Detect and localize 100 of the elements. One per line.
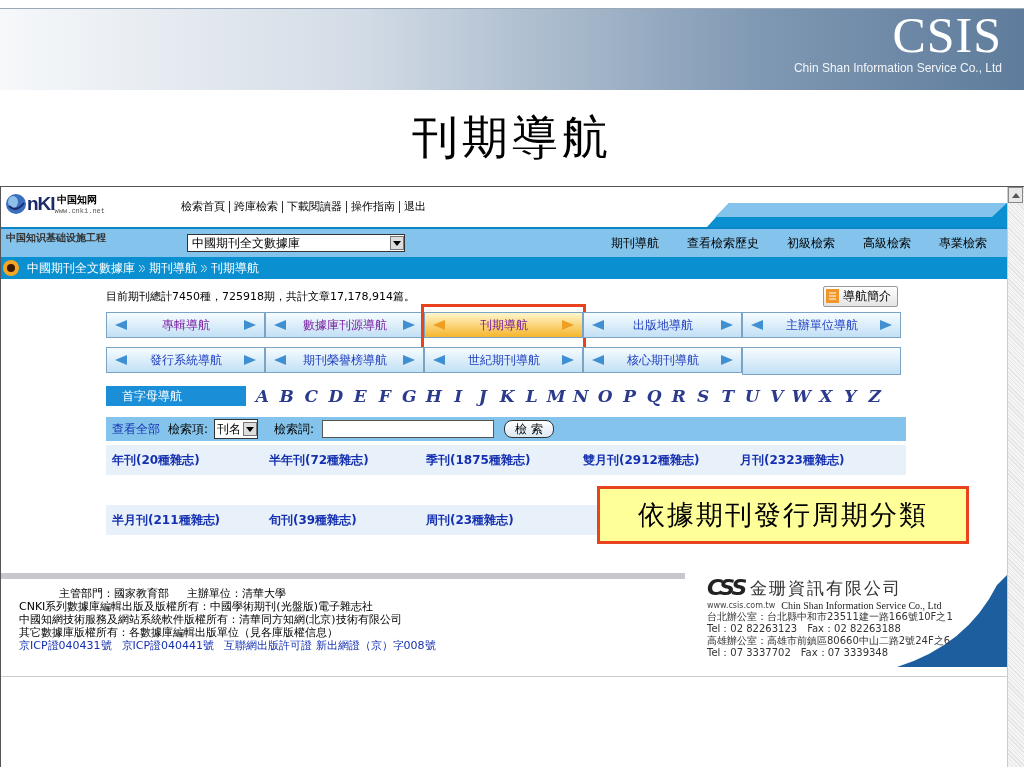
top-link[interactable]: 跨庫檢索	[229, 201, 282, 213]
letter-link[interactable]: H	[421, 386, 446, 406]
letter-nav-label: 首字母導航	[106, 386, 246, 406]
left-arrow-icon	[274, 320, 286, 330]
chevron-icon	[139, 264, 145, 272]
term-label: 檢索詞:	[274, 420, 315, 438]
menu-tab[interactable]: 高級檢索	[849, 234, 925, 252]
right-arrow-icon	[403, 355, 415, 365]
company-logo: CSS	[707, 575, 745, 600]
menu-tab[interactable]: 期刊導航	[597, 234, 673, 252]
letter-link[interactable]: J	[470, 386, 495, 406]
document-icon	[826, 289, 839, 303]
footer-text: 中國知網技術服務及網站系統軟件版權所有：清華同方知網(北京)技術有限公司	[19, 613, 402, 626]
letter-link[interactable]: C	[299, 386, 324, 406]
view-all-link[interactable]: 查看全部	[112, 420, 160, 438]
letter-link[interactable]: W	[789, 386, 814, 406]
breadcrumb-link[interactable]: 中國期刊全文數據庫	[27, 259, 135, 277]
menu-tab[interactable]: 專業檢索	[925, 234, 1001, 252]
left-arrow-icon	[115, 355, 127, 365]
letter-link[interactable]: I	[446, 386, 471, 406]
letter-link[interactable]: R	[666, 386, 691, 406]
period-link[interactable]: 半月刊(211種雜志)	[112, 511, 269, 529]
letter-link[interactable]: X	[813, 386, 838, 406]
slide-title: 刊期導航	[412, 109, 612, 166]
nav-tab[interactable]: 專輯導航	[106, 312, 265, 338]
letter-link[interactable]: N	[568, 386, 593, 406]
nav-tab[interactable]: 世紀期刊導航	[424, 347, 583, 373]
left-arrow-icon	[115, 320, 127, 330]
company-name-english: Chin Shan Information Service Co., Ltd	[781, 600, 942, 611]
letter-link[interactable]: S	[691, 386, 716, 406]
right-arrow-icon	[562, 320, 574, 330]
logo-mark: nKI	[27, 193, 55, 215]
letter-link[interactable]: Y	[838, 386, 863, 406]
letter-link[interactable]: G	[397, 386, 422, 406]
brand-subtitle: Chin Shan Information Service Co., Ltd	[793, 61, 1002, 75]
left-arrow-icon	[274, 355, 286, 365]
footer-link[interactable]: 互聯網出版許可證 新出網證（京）字008號	[224, 639, 436, 652]
breadcrumb-link[interactable]: 刊期導航	[211, 259, 259, 277]
letter-link[interactable]: O	[593, 386, 618, 406]
up-arrow-icon	[1011, 192, 1020, 198]
right-arrow-icon	[880, 320, 892, 330]
letter-link[interactable]: T	[715, 386, 740, 406]
menu-tab[interactable]: 初級檢索	[773, 234, 849, 252]
scroll-up-button[interactable]	[1008, 187, 1023, 203]
top-link[interactable]: 退出	[399, 201, 430, 213]
period-link[interactable]: 季刊(1875種雜志)	[426, 451, 583, 469]
brand-logo: CSIS	[892, 9, 1002, 61]
letter-link[interactable]: F	[372, 386, 397, 406]
letter-link[interactable]: E	[348, 386, 373, 406]
period-link[interactable]: 雙月刊(2912種雜志)	[583, 451, 740, 469]
left-arrow-icon	[433, 320, 445, 330]
intro-button[interactable]: 導航簡介	[823, 285, 898, 307]
nav-tab[interactable]: 期刊榮譽榜導航	[265, 347, 424, 373]
period-link[interactable]: 旬刊(39種雜志)	[269, 511, 426, 529]
contact-text: Tel：07 3337702 Fax：07 3339348	[707, 647, 890, 659]
letter-link[interactable]: M	[544, 386, 569, 406]
tagline: 中国知识基础设施工程	[5, 231, 107, 245]
search-button[interactable]: 檢 索	[504, 420, 554, 438]
chevron-icon	[201, 264, 207, 272]
letter-link[interactable]: L	[519, 386, 544, 406]
footer-link[interactable]: 京ICP證040441號	[121, 639, 215, 652]
footer-link[interactable]: 京ICP證040431號	[19, 639, 112, 652]
letter-link[interactable]: V	[764, 386, 789, 406]
top-link[interactable]: 檢索首頁	[177, 201, 229, 213]
letter-link[interactable]: P	[617, 386, 642, 406]
letter-link[interactable]: U	[740, 386, 765, 406]
search-field[interactable]	[322, 420, 495, 438]
period-link[interactable]: 半年刊(72種雜志)	[269, 451, 426, 469]
nav-tab[interactable]: 出版地導航	[583, 312, 742, 338]
nav-tab[interactable]: 刊期導航	[424, 312, 583, 338]
left-arrow-icon	[751, 320, 763, 330]
nav-tab[interactable]: 核心期刊導航	[583, 347, 742, 373]
nav-tab[interactable]: 主辦單位導航	[742, 312, 901, 338]
field-select[interactable]: 刊名	[214, 419, 259, 439]
letter-link[interactable]: Z	[862, 386, 887, 406]
contact-text: 台北辦公室：台北縣中和市23511建一路166號10F之1	[707, 611, 954, 623]
letter-link[interactable]: B	[274, 386, 299, 406]
period-link[interactable]: 月刊(2323種雜志)	[740, 451, 897, 469]
breadcrumb-link[interactable]: 期刊導航	[149, 259, 197, 277]
letter-link[interactable]: D	[323, 386, 348, 406]
footer-text: 主辦單位：清華大學	[187, 587, 286, 600]
nav-tab[interactable]: 發行系統導航	[106, 347, 265, 373]
top-link[interactable]: 操作指南	[346, 201, 399, 213]
letter-link[interactable]: Q	[642, 386, 667, 406]
callout-note: 依據期刊發行周期分類	[597, 486, 969, 544]
dropdown-icon	[246, 426, 255, 432]
contact-text: Tel：02 82263123 Fax：02 82263188	[707, 623, 902, 635]
letter-link[interactable]: K	[495, 386, 520, 406]
top-link[interactable]: 下載閱讀器	[282, 201, 346, 213]
left-arrow-icon	[433, 355, 445, 365]
nav-tab[interactable]: 數據庫刊源導航	[265, 312, 424, 338]
footer-text: CNKI系列數據庫編輯出版及版權所有：中國學術期刊(光盤版)電子雜志社	[19, 600, 373, 613]
letter-link[interactable]: A	[250, 386, 275, 406]
database-select[interactable]: 中國期刊全文數據庫	[187, 234, 405, 252]
period-link[interactable]: 年刊(20種雜志)	[112, 451, 269, 469]
right-arrow-icon	[244, 320, 256, 330]
menu-tab[interactable]: 查看檢索歷史	[673, 234, 773, 252]
period-link[interactable]: 周刊(23種雜志)	[426, 511, 583, 529]
dropdown-icon	[393, 240, 401, 246]
right-arrow-icon	[721, 320, 733, 330]
